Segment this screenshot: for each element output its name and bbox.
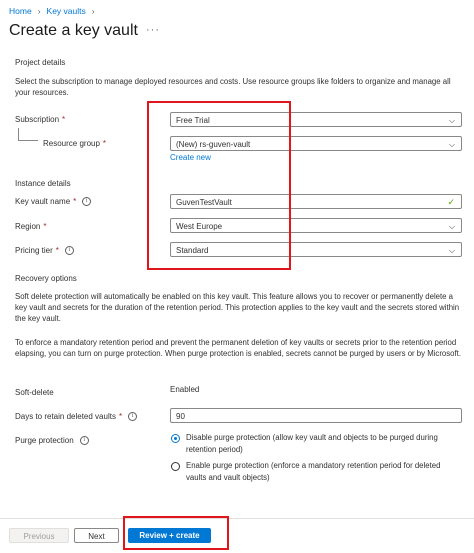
required-marker: * xyxy=(102,139,107,148)
purge-enable-label: Enable purge protection (enforce a manda… xyxy=(186,461,441,482)
info-icon[interactable]: i xyxy=(82,197,92,206)
required-marker: * xyxy=(118,412,123,421)
required-marker: * xyxy=(55,246,59,255)
pricing-tier-label: Pricing tier * i xyxy=(15,246,74,255)
footer-divider xyxy=(0,518,474,519)
retention-days-input[interactable]: 90 xyxy=(170,408,462,423)
required-marker: * xyxy=(62,115,66,124)
breadcrumb-home-link[interactable]: Home xyxy=(9,6,32,16)
required-marker: * xyxy=(43,222,47,231)
soft-delete-label: Soft-delete xyxy=(15,388,54,397)
tree-connector xyxy=(18,140,38,141)
required-marker: * xyxy=(73,197,77,206)
purge-protection-label: Purge protection i xyxy=(15,436,89,445)
instance-details-heading: Instance details xyxy=(15,179,71,188)
chevron-down-icon: ⌵ xyxy=(448,116,455,125)
breadcrumb: Home › Key vaults › xyxy=(9,6,101,16)
soft-delete-value: Enabled xyxy=(170,385,200,394)
radio-button-selected[interactable] xyxy=(171,434,180,443)
region-label: Region * xyxy=(15,222,47,231)
info-icon[interactable]: i xyxy=(79,436,89,445)
subscription-label: Subscription * xyxy=(15,115,66,124)
page-title: Create a key vault xyxy=(9,22,138,39)
checkmark-icon: ✓ xyxy=(447,197,455,207)
soft-delete-description: Soft delete protection will automaticall… xyxy=(15,292,460,324)
highlight-box xyxy=(123,516,229,550)
purge-disable-label: Disable purge protection (allow key vaul… xyxy=(186,433,438,454)
project-details-heading: Project details xyxy=(15,58,66,67)
highlight-box xyxy=(147,101,291,270)
retention-days-value: 90 xyxy=(176,412,185,421)
chevron-down-icon: ⌵ xyxy=(448,246,455,255)
info-icon[interactable]: i xyxy=(128,412,138,421)
previous-button[interactable]: Previous xyxy=(9,528,69,543)
chevron-right-icon: › xyxy=(91,6,95,16)
more-options-icon[interactable]: ··· xyxy=(146,24,160,36)
breadcrumb-key-vaults-link[interactable]: Key vaults xyxy=(47,6,86,16)
radio-button[interactable] xyxy=(171,462,180,471)
purge-protection-description: To enforce a mandatory retention period … xyxy=(15,338,461,359)
recovery-options-heading: Recovery options xyxy=(15,274,77,283)
chevron-down-icon: ⌵ xyxy=(448,140,455,149)
chevron-right-icon: › xyxy=(37,6,41,16)
info-icon[interactable]: i xyxy=(64,246,74,255)
resource-group-label: Resource group * xyxy=(43,139,107,148)
retention-days-label: Days to retain deleted vaults * i xyxy=(15,412,138,421)
project-details-description: Select the subscription to manage deploy… xyxy=(15,77,451,98)
tree-connector xyxy=(18,128,19,140)
chevron-down-icon: ⌵ xyxy=(448,222,455,231)
key-vault-name-label: Key vault name * i xyxy=(15,197,92,206)
next-button[interactable]: Next xyxy=(74,528,119,543)
